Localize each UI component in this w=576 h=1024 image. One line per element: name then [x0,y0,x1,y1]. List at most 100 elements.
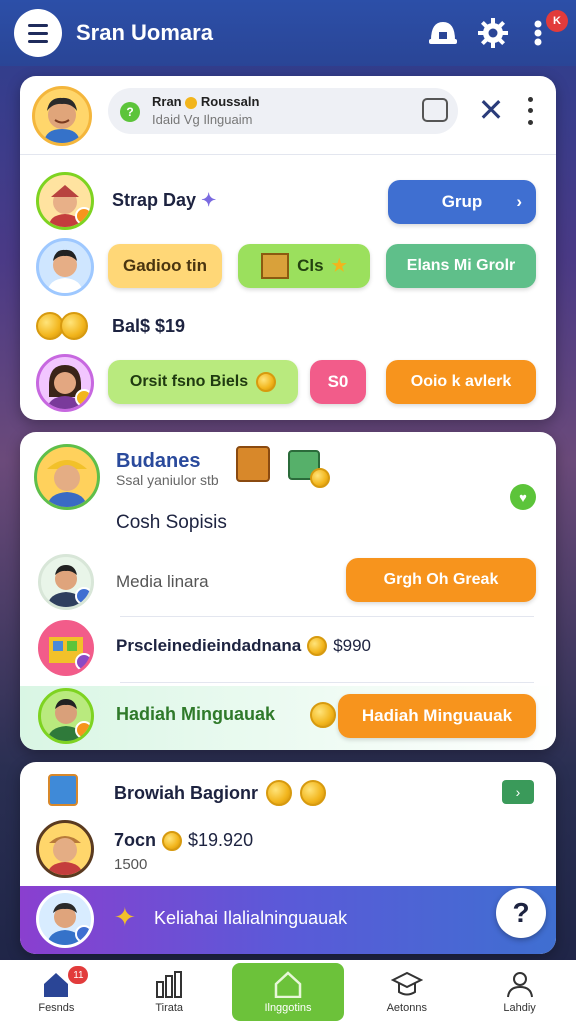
user-detail: Idaid Vg Ilnguaim [152,112,253,127]
shop-amount: $990 [333,636,372,655]
nav-center-label: Ilnggotins [264,1002,312,1014]
gadget-button[interactable]: Gadioo tin [108,244,222,288]
business-card: Budanes Ssal yaniulor stb ♥ Cosh Sopisis… [20,432,556,750]
level-badge [75,389,91,407]
nav-profile-label: Lahdiy [503,1002,536,1014]
treasure-icon [261,253,290,279]
game-card: ? Rran Roussaln Idaid Vg Ilnguaim ✕ Stra… [20,76,556,420]
user-subtitle: Roussaln [200,94,260,109]
reward-amount-value: $19.920 [188,830,254,850]
helmet-button[interactable] [424,14,462,52]
banner-text: Keliahai Ilalialninguauak [154,908,348,928]
chart-icon[interactable] [422,98,448,122]
divider [20,154,556,155]
nav-actions-label: Aetonns [386,1002,427,1014]
s0-button[interactable]: S0 [310,360,366,404]
sparkle-icon: ✦ [114,902,136,932]
gift-box-icon [236,446,270,482]
ooio-button[interactable]: Ooio k avlerk [386,360,536,404]
heart-check-icon[interactable]: ♥ [510,484,536,510]
chart-bars-icon [156,971,183,998]
menu-button[interactable] [14,9,62,57]
nav-home-badge: 11 [68,966,89,984]
level-badge [75,207,91,225]
kebab-menu-icon[interactable] [523,94,537,128]
user-avatar[interactable] [32,86,92,146]
section-title: Cosh Sopisis [116,512,227,533]
nav-home-center[interactable]: Ilnggotins [231,963,344,1021]
coin-stack-icon [36,312,88,340]
star-icon: ★ [331,256,347,275]
status-check-icon: ? [120,102,140,122]
reward-sub: 1500 [114,856,148,873]
level-badge [75,925,91,943]
user-icon [506,972,533,998]
helmet-icon [429,22,457,44]
settings-button[interactable] [474,14,512,52]
house-icon [274,971,302,998]
person-icon [47,836,83,875]
reward-avatar[interactable] [36,820,94,878]
gear-icon [478,18,508,48]
group-button[interactable]: Grup › [388,180,536,224]
person-icon [44,97,80,143]
player-avatar-2[interactable] [36,238,94,296]
more-options-button[interactable]: K [524,10,568,52]
nav-stats-label: Tirata [155,1002,184,1014]
person-icon [47,249,83,293]
coin-icon [256,372,277,392]
player-avatar-1[interactable] [36,172,94,230]
hadiah-button[interactable]: Hadiah Minguauak [338,694,536,738]
media-avatar[interactable] [38,554,94,610]
rewards-title: Browiah Bagionr [114,782,259,803]
nav-stats[interactable]: Tirata [119,962,219,1022]
app-title: Sran Uomara [76,20,213,45]
balance-text: Bal$ $19 [112,316,186,336]
notification-badge: K [546,10,568,32]
orsit-button[interactable]: Orsit fsno Biels [108,360,298,404]
banner-avatar [36,890,94,948]
coin-icon [307,636,328,656]
shop-label: Prscleinedieindadnana [116,636,302,655]
player-avatar-3[interactable] [36,354,94,412]
user-info-box[interactable]: ? Rran Roussaln Idaid Vg Ilnguaim [108,88,458,134]
coin-icon [162,830,183,851]
nav-home-label: Fesnds [38,1002,75,1014]
divider [120,682,534,683]
cls-button[interactable]: Cls ★ [238,244,370,288]
business-avatar[interactable] [34,444,100,510]
close-icon[interactable]: ✕ [476,90,506,130]
bottom-navigation: 11 Fesnds Tirata Ilnggotins Aetonns Lahd… [0,960,576,1024]
reward-amount-label: 7ocn [114,830,157,850]
rewards-card: Browiah Bagionr › 7ocn $19.920 1500 ✦ Ke… [20,762,556,954]
reward-amount-row: 7ocn $19.920 [114,830,253,851]
row1-title: Strap Day ✦ [112,190,217,210]
person-icon [47,460,87,507]
help-button[interactable]: ? [496,888,546,938]
coin-icon [310,702,336,728]
chevron-right-icon: › [516,192,522,211]
nav-actions[interactable]: Aetonns [357,962,457,1022]
shop-avatar[interactable] [38,620,94,676]
elans-button[interactable]: Elans Mi Grolr [386,244,536,288]
rewards-title-row: Browiah Bagionr [114,780,327,806]
hadiah-label: Hadiah Minguauak [116,704,276,724]
top-app-bar: Sran Uomara K [0,0,576,66]
coin-icon [185,96,198,109]
coin-icon [300,780,327,806]
promo-banner[interactable]: ✦ Keliahai Ilalialninguauak ? [20,886,556,954]
media-label: Media linara [116,572,209,591]
media-action-button[interactable]: Grgh Oh Greak [346,558,536,602]
business-subtitle: Ssal yaniulor stb [116,472,219,488]
nav-profile[interactable]: Lahdiy [470,962,570,1022]
gem-icon: ✦ [201,190,217,210]
hadiah-avatar[interactable] [38,688,94,744]
arrow-right-icon[interactable]: › [502,780,534,804]
graduation-cap-icon [390,971,423,996]
nav-home[interactable]: 11 Fesnds [6,962,106,1022]
shop-row: Prscleinedieindadnana $990 [116,636,371,656]
level-badge [75,721,91,739]
business-title: Budanes [116,450,201,472]
coin-icon [266,780,293,806]
divider [120,616,534,617]
